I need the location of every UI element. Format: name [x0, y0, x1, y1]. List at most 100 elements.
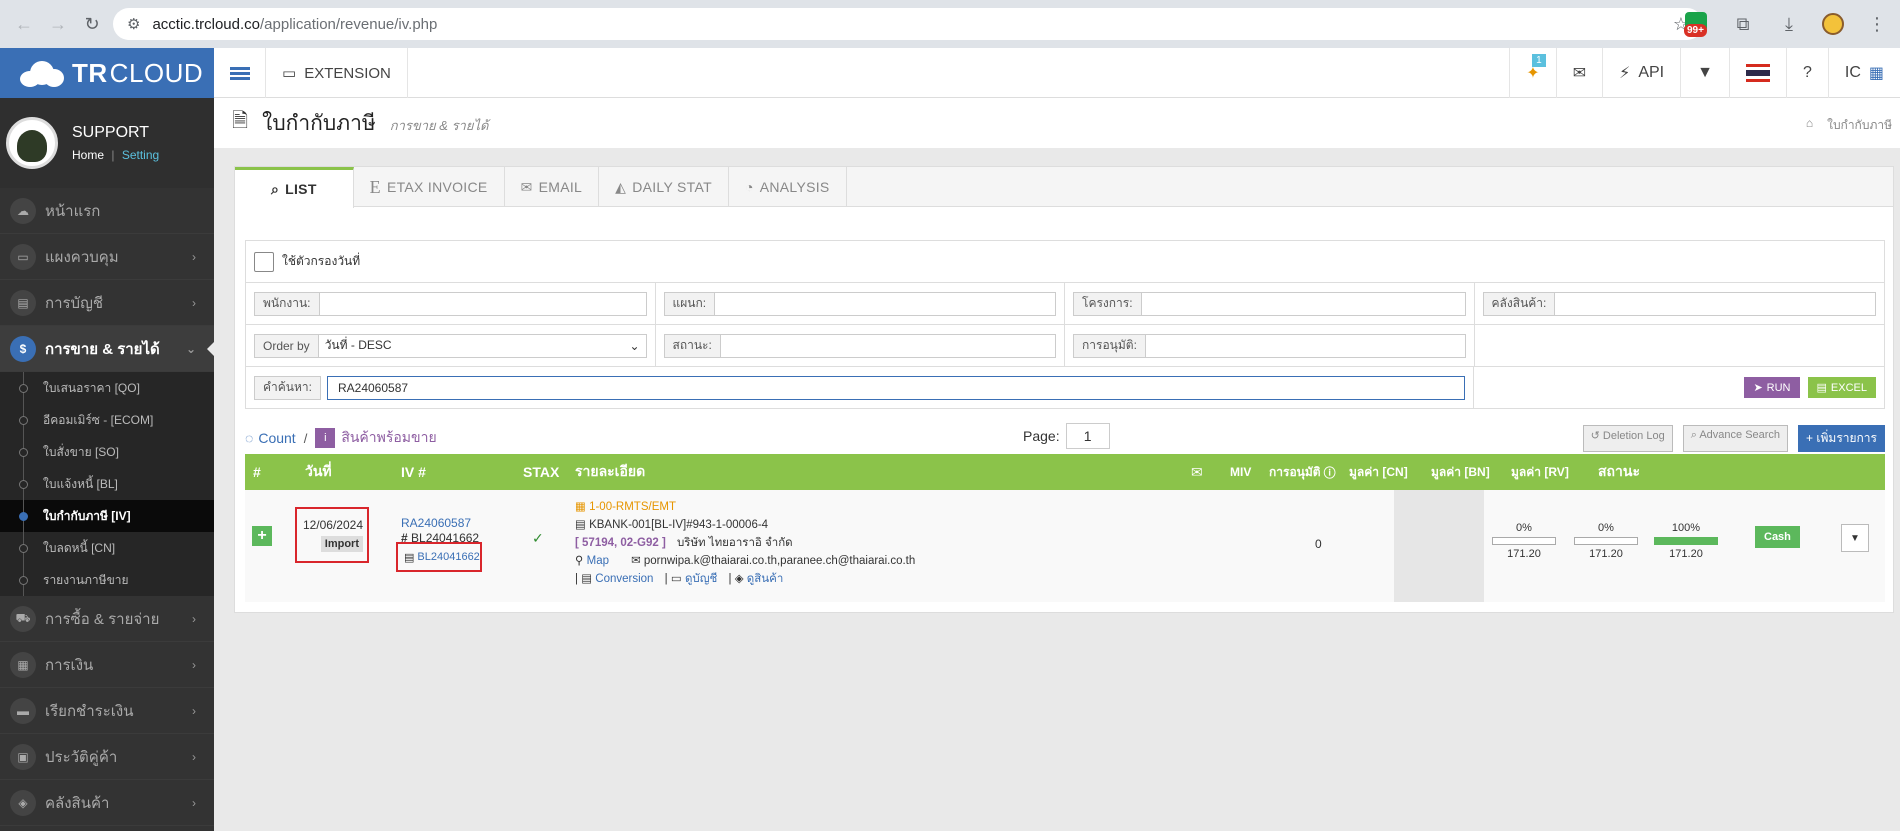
- advance-search-button[interactable]: ⌕ Advance Search: [1682, 425, 1789, 452]
- map-link[interactable]: Map: [587, 555, 609, 567]
- sidebar-item-billing[interactable]: ▬ เรียกชำระเงิน ›: [0, 688, 214, 734]
- tab-list[interactable]: ⌕ LIST: [235, 167, 354, 208]
- status-field[interactable]: [720, 333, 1056, 358]
- help-button[interactable]: ?: [1785, 48, 1828, 98]
- dropdown-button[interactable]: ▼: [1680, 48, 1729, 98]
- order-by-select[interactable]: วันที่ - DESC ⌄: [318, 333, 647, 358]
- employee-field[interactable]: [319, 291, 647, 316]
- deletion-log-label: Deletion Log: [1602, 430, 1665, 442]
- api-label: API: [1638, 64, 1665, 81]
- col-iv[interactable]: IV #: [401, 454, 426, 490]
- run-button[interactable]: ➤ RUN: [1744, 377, 1800, 398]
- iv-link[interactable]: RA24060587: [401, 516, 479, 531]
- sidebar-item-dashboard[interactable]: ▭ แผงควบคุม ›: [0, 234, 214, 280]
- caret-down-icon: ▼: [1850, 532, 1860, 544]
- home-icon[interactable]: ⌂: [1806, 116, 1813, 135]
- extension-button[interactable]: ▭ EXTENSION: [266, 48, 408, 98]
- sidebar-item-partners[interactable]: ▣ ประวัติคู่ค้า ›: [0, 734, 214, 780]
- add-item-label: เพิ่มรายการ: [1816, 431, 1877, 445]
- submenu-item-cn[interactable]: ใบลดหนี้ [CN]: [0, 532, 214, 564]
- sidebar-item-purchases[interactable]: ⛟ การซื้อ & รายจ่าย ›: [0, 596, 214, 642]
- user-initials: IC: [1844, 64, 1861, 81]
- submenu-item-so[interactable]: ใบสั่งขาย [SO]: [0, 436, 214, 468]
- row-company: บริษัท ไทยอาราอิ จำกัด: [676, 537, 793, 549]
- sidebar-item-sales[interactable]: $ การขาย & รายได้ ⌄: [0, 326, 214, 372]
- back-icon[interactable]: ←: [10, 10, 38, 38]
- submenu-item-iv[interactable]: ใบกำกับภาษี [IV]: [0, 500, 214, 532]
- sidebar-item-label: เรียกชำระเงิน: [45, 702, 134, 720]
- site-info-icon[interactable]: ⚙: [127, 15, 140, 33]
- sidebar: SUPPORT Home | Setting ☁ หน้าแรก ▭ แผงควบค…: [0, 98, 214, 831]
- department-field[interactable]: [715, 291, 1056, 316]
- bl-link[interactable]: BL24041662: [417, 551, 479, 563]
- grid-header: # วันที่ IV # STAX รายละเอียด ✉ MIV การอ…: [245, 454, 1885, 490]
- submenu-item-sales-tax[interactable]: รายงานภาษีขาย: [0, 564, 214, 596]
- order-by-label: Order by: [254, 333, 319, 358]
- extension-label: EXTENSION: [304, 64, 391, 82]
- menu-toggle-button[interactable]: [214, 48, 266, 98]
- rv-value: 171.20: [1669, 548, 1703, 560]
- download-icon[interactable]: ⤓: [1776, 11, 1802, 37]
- avatar[interactable]: [6, 117, 58, 169]
- excel-button[interactable]: ▤ EXCEL: [1807, 377, 1876, 398]
- tab-daily-stat[interactable]: ◭ DAILY STAT: [599, 167, 729, 207]
- area-chart-icon: ◭: [615, 178, 627, 195]
- submenu-item-ecom[interactable]: อีคอมเมิร์ซ - [ECOM]: [0, 404, 214, 436]
- sidebar-item-inventory[interactable]: ◈ คลังสินค้า ›: [0, 780, 214, 826]
- tab-label: ANALYSIS: [759, 179, 830, 195]
- approval-field[interactable]: [1145, 333, 1466, 358]
- cart-icon: ⛟: [10, 605, 36, 632]
- add-item-button[interactable]: + เพิ่มรายการ: [1798, 425, 1885, 452]
- expand-row-button[interactable]: +: [252, 526, 272, 546]
- notification-count: 1: [1532, 54, 1546, 67]
- api-button[interactable]: ⚡ API: [1602, 48, 1680, 98]
- tab-analysis[interactable]: ◔ ANALYSIS: [729, 167, 847, 207]
- row-actions-dropdown[interactable]: ▼: [1841, 524, 1869, 552]
- cloud-icon: ☁: [10, 197, 36, 224]
- order-by-value: วันที่ - DESC: [324, 338, 392, 352]
- search-input[interactable]: RA24060587: [326, 375, 1466, 400]
- sidebar-item-accounting[interactable]: ▤ การบัญชี ›: [0, 280, 214, 326]
- tab-email[interactable]: ✉ EMAIL: [505, 167, 600, 207]
- language-button[interactable]: [1728, 48, 1786, 98]
- view-product-link[interactable]: ดูสินค้า: [747, 573, 784, 585]
- brand-logo[interactable]: TR CLOUD: [0, 48, 214, 98]
- page-input[interactable]: 1: [1065, 423, 1110, 449]
- col-date[interactable]: วันที่: [305, 454, 332, 490]
- view-account-link[interactable]: ดูบัญชี: [685, 573, 717, 585]
- tab-etax-invoice[interactable]: E ETAX INVOICE: [354, 167, 505, 207]
- sidebar-item-home[interactable]: ☁ หน้าแรก: [0, 188, 214, 234]
- forward-icon[interactable]: →: [44, 10, 72, 38]
- warehouse-field[interactable]: [1555, 291, 1876, 316]
- chevron-down-icon: ⌄: [629, 338, 640, 353]
- submenu-item-qo[interactable]: ใบเสนอราคา [QO]: [0, 372, 214, 404]
- reload-icon[interactable]: ↻: [78, 10, 106, 38]
- extensions-puzzle-icon[interactable]: ⧉: [1730, 11, 1756, 37]
- submenu-item-bl[interactable]: ใบแจ้งหนี้ [BL]: [0, 468, 214, 500]
- sidebar-item-finance[interactable]: ▦ การเงิน ›: [0, 642, 214, 688]
- monitor-icon: ▭: [10, 243, 36, 270]
- home-link[interactable]: Home: [72, 148, 104, 162]
- mail-button[interactable]: ✉: [1555, 48, 1602, 98]
- browser-menu-icon[interactable]: ⋮: [1864, 11, 1890, 37]
- brand-bold: TR: [72, 57, 108, 88]
- browser-profile-avatar[interactable]: [1822, 13, 1844, 35]
- pager: Page: 1: [1023, 423, 1110, 449]
- deletion-log-button[interactable]: ↺ Deletion Log: [1582, 425, 1673, 452]
- notification-button[interactable]: ✦ 1: [1509, 48, 1555, 98]
- building-icon: ▦: [575, 501, 586, 513]
- boxes-icon: ◈: [10, 789, 36, 816]
- envelope-icon: ✉: [631, 555, 641, 567]
- conversion-link[interactable]: Conversion: [595, 573, 653, 585]
- address-bar[interactable]: ⚙ acctic.trcloud.co/application/revenue/…: [113, 8, 1703, 40]
- project-field[interactable]: [1141, 291, 1466, 316]
- count-link[interactable]: ◌ Count: [245, 430, 296, 446]
- page-subtitle: การขาย & รายได้: [389, 117, 489, 133]
- search-icon: ⌕: [271, 180, 280, 197]
- setting-link[interactable]: Setting: [122, 148, 159, 162]
- extension-badge-icon[interactable]: 99+: [1682, 10, 1710, 38]
- stock-link[interactable]: สินค้าพร้อมขาย: [341, 427, 436, 449]
- date-filter-checkbox[interactable]: [254, 251, 274, 272]
- chevron-right-icon: ›: [192, 295, 196, 310]
- user-button[interactable]: IC ▦: [1827, 48, 1900, 98]
